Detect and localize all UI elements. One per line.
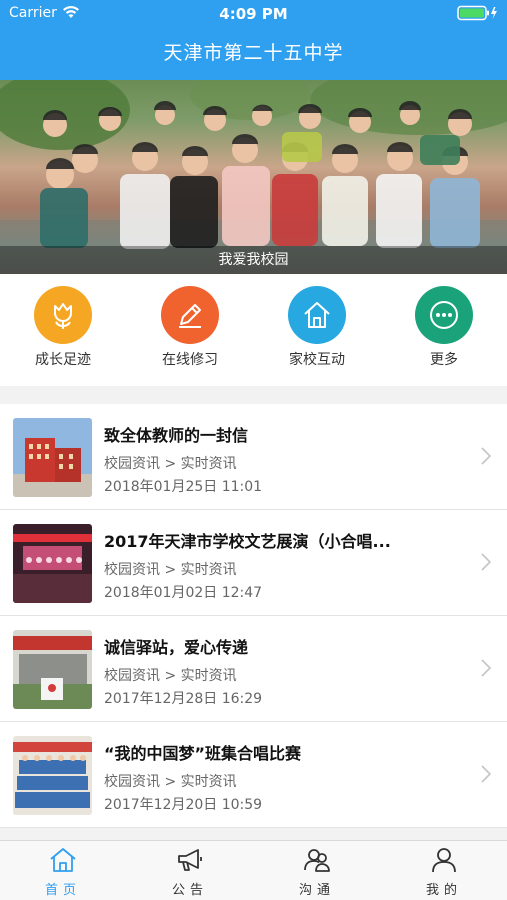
quick-link-label: 家校互动 [289,352,345,368]
banner-carousel[interactable]: 我爱我校园 [0,80,507,274]
news-title: 诚信驿站，爱心传递 [104,638,249,657]
chevron-right-icon [481,447,492,469]
news-thumbnail [13,524,92,603]
status-bar: Carrier 4:09 PM [0,0,507,28]
top-bar: Carrier 4:09 PM 天津市第二十五中学 [0,0,507,80]
news-date: 2018年01月02日 12:47 [104,585,263,601]
news-title: 致全体教师的一封信 [104,426,249,445]
banner-caption: 我爱我校园 [0,246,507,274]
tab-profile[interactable]: 我的 [381,847,507,898]
list-item[interactable]: 2017年天津市学校文艺展演（小合唱... 校园资讯 > 实时资讯 2018年0… [0,510,507,616]
tab-label: 沟通 [298,883,335,898]
news-category: 校园资讯 > 实时资讯 [104,668,237,684]
tab-bar: 首页 公告 沟通 我的 [0,840,507,900]
quick-link-home-school[interactable]: 家校互动 [254,286,380,369]
list-item[interactable]: “我的中国梦”班集合唱比赛 校园资讯 > 实时资讯 2017年12月20日 10… [0,722,507,828]
more-icon [415,286,473,344]
news-thumbnail [13,630,92,709]
tab-communicate[interactable]: 沟通 [254,847,380,898]
quick-link-growth[interactable]: 成长足迹 [0,286,126,369]
news-date: 2017年12月28日 16:29 [104,691,263,707]
list-item[interactable]: 致全体教师的一封信 校园资讯 > 实时资讯 2018年01月25日 11:01 [0,404,507,510]
chevron-right-icon [481,765,492,787]
quick-link-more[interactable]: 更多 [381,286,507,369]
news-list: 致全体教师的一封信 校园资讯 > 实时资讯 2018年01月25日 11:01 … [0,404,507,828]
quick-links: 成长足迹 在线修习 家校互动 更多 [0,274,507,386]
quick-link-label: 在线修习 [162,352,218,368]
news-thumbnail [13,418,92,497]
quick-link-label: 更多 [430,352,458,368]
clock: 4:09 PM [219,5,288,23]
list-item[interactable]: 诚信驿站，爱心传递 校园资讯 > 实时资讯 2017年12月28日 16:29 [0,616,507,722]
tulip-icon [34,286,92,344]
quick-link-study[interactable]: 在线修习 [127,286,253,369]
chevron-right-icon [481,553,492,575]
home-icon [49,848,77,877]
battery-icon [457,5,499,25]
chat-people-icon [303,849,331,877]
news-date: 2017年12月20日 10:59 [104,797,263,813]
page-title: 天津市第二十五中学 [163,42,344,64]
user-icon [430,848,458,877]
chevron-right-icon [481,659,492,681]
news-title: 2017年天津市学校文艺展演（小合唱... [104,532,391,551]
tab-announcements[interactable]: 公告 [127,847,253,898]
news-category: 校园资讯 > 实时资讯 [104,562,237,578]
banner-photo [0,80,507,274]
news-title: “我的中国梦”班集合唱比赛 [104,744,302,763]
news-thumbnail [13,736,92,815]
news-date: 2018年01月25日 11:01 [104,479,263,495]
tab-label: 我的 [425,883,462,898]
news-category: 校园资讯 > 实时资讯 [104,456,237,472]
tab-home[interactable]: 首页 [0,847,126,898]
news-category: 校园资讯 > 实时资讯 [104,774,237,790]
quick-link-label: 成长足迹 [35,352,91,368]
home-icon [288,286,346,344]
tab-label: 公告 [171,883,208,898]
pencil-icon [161,286,219,344]
megaphone-icon [176,849,204,877]
tab-label: 首页 [44,883,81,898]
